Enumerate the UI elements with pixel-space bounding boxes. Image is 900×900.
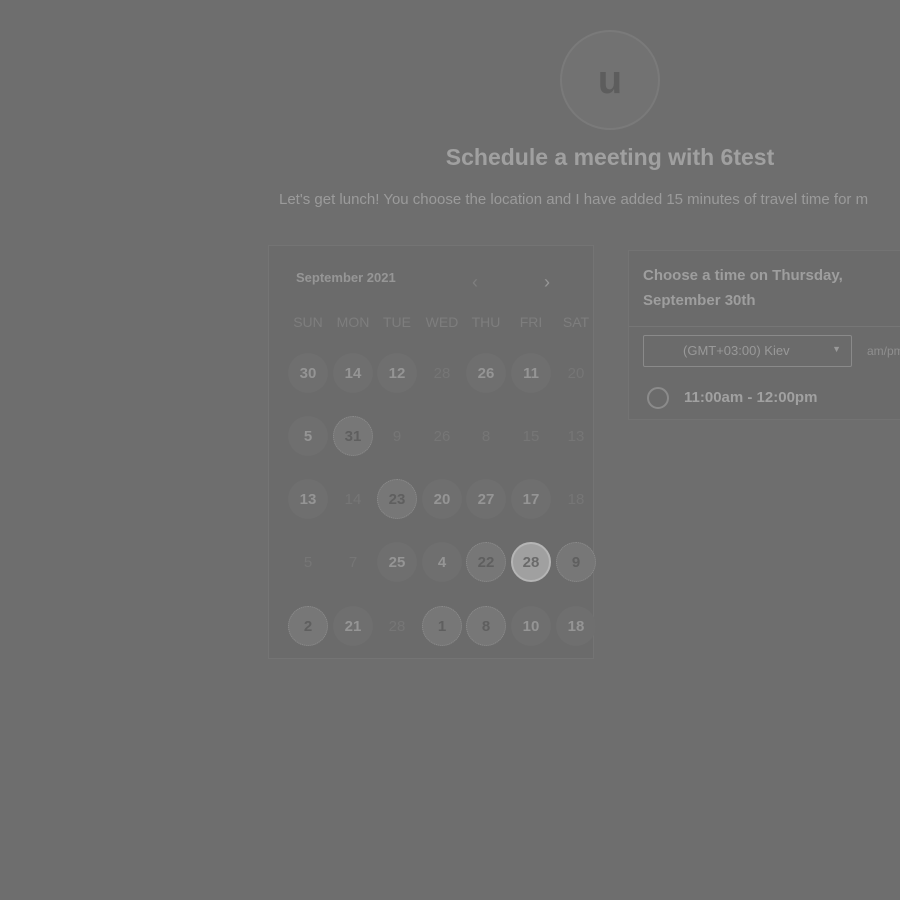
calendar-day-selected[interactable]: 28 bbox=[511, 542, 551, 582]
calendar-day[interactable]: 11 bbox=[511, 353, 551, 393]
calendar-day[interactable]: 26 bbox=[466, 353, 506, 393]
time-format-toggle[interactable]: am/pm bbox=[867, 344, 900, 358]
calendar-day[interactable]: 31 bbox=[333, 416, 373, 456]
weekday-label: MON bbox=[336, 314, 370, 330]
calendar-day[interactable]: 20 bbox=[422, 479, 462, 519]
calendar-day: 13 bbox=[567, 427, 585, 445]
weekday-header: SUN MON TUE WED THU FRI SAT bbox=[269, 314, 595, 334]
timezone-select[interactable]: (GMT+03:00) Kiev ▼ bbox=[643, 335, 852, 367]
calendar-day: 15 bbox=[522, 427, 540, 445]
next-month-icon[interactable]: › bbox=[544, 270, 550, 294]
avatar: u bbox=[560, 30, 660, 130]
calendar-day: 28 bbox=[388, 617, 406, 635]
radio-icon[interactable] bbox=[647, 387, 669, 409]
time-panel-title: Choose a time on Thursday, September 30t… bbox=[643, 267, 843, 309]
prev-month-icon[interactable]: ‹ bbox=[472, 270, 478, 294]
calendar-day[interactable]: 27 bbox=[466, 479, 506, 519]
time-slot-label: 11:00am - 12:00pm bbox=[684, 389, 818, 406]
calendar-day: 18 bbox=[567, 490, 585, 508]
calendar-day[interactable]: 5 bbox=[288, 416, 328, 456]
chevron-down-icon: ▼ bbox=[832, 344, 841, 354]
timezone-value: (GMT+03:00) Kiev bbox=[683, 343, 790, 358]
calendar-day[interactable]: 4 bbox=[422, 542, 462, 582]
weekday-label: SAT bbox=[562, 314, 590, 330]
calendar-day: 8 bbox=[481, 427, 491, 445]
calendar-day[interactable]: 14 bbox=[333, 353, 373, 393]
calendar-day[interactable]: 9 bbox=[556, 542, 596, 582]
calendar-day[interactable]: 17 bbox=[511, 479, 551, 519]
calendar: September 2021 ‹ › SUN MON TUE WED THU FRI SAT… bbox=[268, 245, 596, 659]
calendar-month-label: September 2021 bbox=[296, 270, 396, 285]
calendar-day: 28 bbox=[433, 364, 451, 382]
calendar-day[interactable]: 2 bbox=[288, 606, 328, 646]
page-description: Let's get lunch! You choose the location… bbox=[279, 191, 869, 208]
avatar-initial: u bbox=[597, 57, 623, 102]
calendar-day: 5 bbox=[303, 553, 313, 571]
calendar-day[interactable]: 23 bbox=[377, 479, 417, 519]
weekday-label: SUN bbox=[293, 314, 323, 330]
calendar-day[interactable]: 21 bbox=[333, 606, 373, 646]
calendar-day[interactable]: 18 bbox=[556, 606, 596, 646]
calendar-day[interactable]: 8 bbox=[466, 606, 506, 646]
weekday-label: FRI bbox=[519, 314, 543, 330]
time-panel: Choose a time on Thursday, September 30t… bbox=[628, 250, 900, 420]
weekday-label: TUE bbox=[383, 314, 411, 330]
time-slot[interactable]: 11:00am - 12:00pm bbox=[647, 385, 900, 411]
calendar-day: 7 bbox=[348, 553, 358, 571]
calendar-day: 20 bbox=[567, 364, 585, 382]
calendar-day[interactable]: 1 bbox=[422, 606, 462, 646]
divider bbox=[629, 326, 900, 327]
calendar-day[interactable]: 30 bbox=[288, 353, 328, 393]
calendar-day: 14 bbox=[344, 490, 362, 508]
calendar-day[interactable]: 22 bbox=[466, 542, 506, 582]
weekday-label: THU bbox=[471, 314, 501, 330]
calendar-day[interactable]: 10 bbox=[511, 606, 551, 646]
page-title: Schedule a meeting with 6test bbox=[445, 144, 775, 170]
calendar-day[interactable]: 13 bbox=[288, 479, 328, 519]
calendar-day: 9 bbox=[392, 427, 402, 445]
weekday-label: WED bbox=[425, 314, 459, 330]
calendar-day[interactable]: 12 bbox=[377, 353, 417, 393]
calendar-day[interactable]: 25 bbox=[377, 542, 417, 582]
calendar-day: 26 bbox=[433, 427, 451, 445]
